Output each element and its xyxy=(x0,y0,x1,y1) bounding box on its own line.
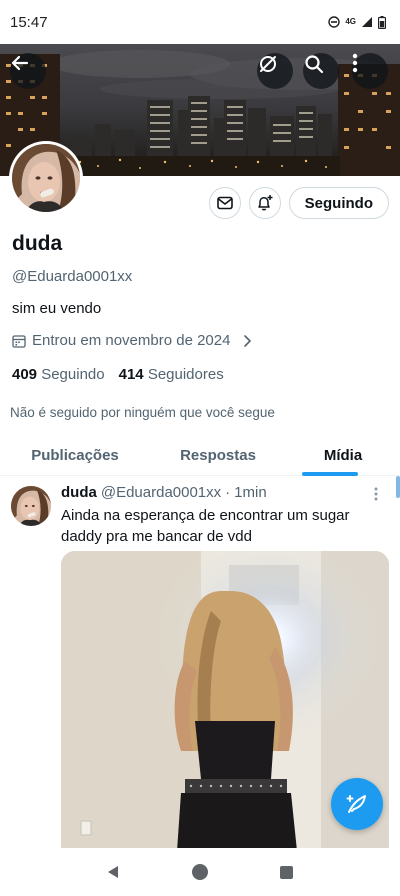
profile-tabs: Publicações Respostas Mídia xyxy=(0,436,400,476)
compose-feather-icon xyxy=(346,795,366,813)
joined-text: Entrou em novembro de 2024 xyxy=(32,332,231,349)
battery-icon xyxy=(378,15,386,29)
profile-actions: Seguindo xyxy=(208,187,389,219)
tab-posts[interactable]: Publicações xyxy=(0,436,150,475)
triangle-back-icon xyxy=(108,866,119,878)
scrollbar[interactable] xyxy=(396,476,400,498)
profile-name: duda xyxy=(12,232,63,255)
more-options-button[interactable] xyxy=(352,53,388,89)
more-vertical-icon xyxy=(352,53,358,73)
followers-stat[interactable]: 414 Seguidores xyxy=(119,366,224,383)
circle-home-icon xyxy=(191,864,208,880)
tweet-time: 1min xyxy=(234,484,267,501)
back-arrow-icon xyxy=(11,55,29,71)
signal-icon xyxy=(362,17,372,27)
tweet-avatar[interactable] xyxy=(11,486,51,526)
tab-media-label: Mídia xyxy=(323,447,363,464)
profile-handle: @Eduarda0001xx xyxy=(12,268,133,285)
square-recents-icon xyxy=(280,865,294,879)
search-button[interactable] xyxy=(303,53,339,89)
tab-media[interactable]: Mídia xyxy=(286,436,400,476)
tweet-text: Ainda na esperança de encontrar um sugar… xyxy=(61,507,350,545)
tab-replies-label: Respostas xyxy=(180,447,256,464)
search-icon xyxy=(305,55,324,74)
more-vertical-icon xyxy=(374,487,378,501)
system-navigation-bar xyxy=(0,848,400,896)
status-bar: 15:47 4G xyxy=(0,0,400,44)
tweet-header: duda @Eduarda0001xx · 1min xyxy=(61,484,267,501)
follow-stats: 409 Seguindo 414 Seguidores xyxy=(12,366,224,383)
tab-replies[interactable]: Respostas xyxy=(150,436,286,475)
tweet-author-name[interactable]: duda xyxy=(61,484,97,501)
tweet-more-button[interactable] xyxy=(373,487,379,506)
status-icons: 4G xyxy=(328,15,386,29)
back-button[interactable] xyxy=(10,53,46,89)
do-not-disturb-icon xyxy=(328,16,341,28)
following-stat[interactable]: 409 Seguindo xyxy=(12,366,105,383)
profile-bio: sim eu vendo xyxy=(12,300,102,317)
nav-home-button[interactable] xyxy=(180,852,220,892)
notifications-button[interactable] xyxy=(248,187,281,219)
following-count: 409 xyxy=(12,366,38,383)
tweet-author-handle[interactable]: @Eduarda0001xx xyxy=(101,484,221,501)
mail-icon xyxy=(216,196,233,210)
following-button[interactable]: Seguindo xyxy=(288,187,389,219)
hide-button[interactable] xyxy=(257,53,293,89)
mutual-followers-note: Não é seguido por ninguém que você segue xyxy=(10,405,275,420)
calendar-icon xyxy=(12,334,26,348)
following-label: Seguindo xyxy=(41,366,105,383)
message-button[interactable] xyxy=(208,187,241,219)
followers-label: Seguidores xyxy=(147,366,224,383)
network-4g-icon: 4G xyxy=(345,17,356,26)
nav-recents-button[interactable] xyxy=(267,852,307,892)
hide-icon xyxy=(260,56,276,72)
active-tab-indicator xyxy=(302,472,358,476)
chevron-right-icon xyxy=(244,334,252,347)
tweet-separator: · xyxy=(225,484,231,501)
followers-count: 414 xyxy=(118,366,144,383)
nav-back-button[interactable] xyxy=(93,852,133,892)
compose-button[interactable] xyxy=(331,778,383,830)
joined-date[interactable]: Entrou em novembro de 2024 xyxy=(12,332,254,349)
status-time: 15:47 xyxy=(10,13,48,31)
bell-plus-icon xyxy=(257,195,273,211)
profile-avatar[interactable] xyxy=(9,141,83,215)
tab-posts-label: Publicações xyxy=(31,447,119,464)
avatar-image xyxy=(12,144,80,212)
